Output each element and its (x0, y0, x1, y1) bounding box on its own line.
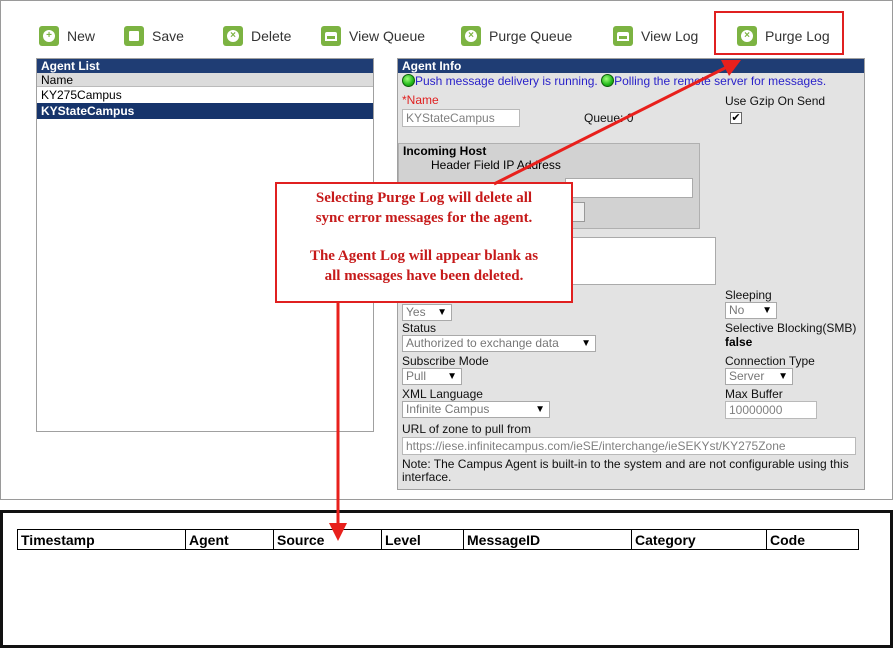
new-button-label: New (67, 28, 96, 44)
view-queue-button-label: View Queue (349, 28, 426, 44)
agent-status-line: Push message delivery is running. Pollin… (402, 74, 826, 88)
xml-language-select-value: Infinite Campus (406, 402, 490, 416)
status-select-value: Authorized to exchange data (406, 336, 559, 350)
column-source[interactable]: Source (273, 529, 382, 550)
xml-language-select[interactable]: Infinite Campus ▼ (402, 401, 550, 418)
delete-icon: × (223, 26, 243, 46)
header-field-input[interactable] (565, 178, 693, 198)
status-green-icon (402, 74, 415, 87)
delete-button[interactable]: × Delete (223, 19, 291, 53)
agent-log-screen: Timestamp Agent Source Level MessageID C… (0, 510, 893, 648)
gzip-checkbox[interactable]: ✔ (730, 112, 742, 124)
enabled-select[interactable]: Yes ▼ (402, 304, 452, 321)
purge-log-highlight (714, 11, 844, 55)
agent-note: Note: The Campus Agent is built-in to th… (402, 457, 849, 484)
new-button[interactable]: + New (39, 19, 95, 53)
save-button[interactable]: Save (124, 19, 184, 53)
connection-type-select-value: Server (729, 369, 765, 383)
selective-blocking-label: Selective Blocking(SMB) (725, 321, 857, 335)
url-label: URL of zone to pull from (402, 422, 531, 436)
list-item[interactable]: KY275Campus (37, 87, 373, 103)
callout-line-1: Selecting Purge Log will delete all (315, 190, 533, 206)
subscribe-mode-select[interactable]: Pull ▼ (402, 368, 462, 385)
callout-line-3: The Agent Log will appear blank as (309, 248, 539, 264)
column-messageid[interactable]: MessageID (463, 529, 632, 550)
enabled-select-value: Yes (406, 305, 426, 319)
queue-icon (613, 26, 633, 46)
column-agent[interactable]: Agent (185, 529, 274, 550)
chevron-down-icon: ▼ (581, 338, 591, 349)
poll-status-text: Polling the remote server for messages. (614, 74, 827, 88)
agent-list-title: Agent List (37, 59, 373, 73)
agent-info-title: Agent Info (398, 59, 864, 73)
purge-queue-button-label: Purge Queue (489, 28, 573, 44)
connection-type-select[interactable]: Server ▼ (725, 368, 793, 385)
purge-icon: × (461, 26, 481, 46)
max-buffer-input[interactable]: 10000000 (725, 401, 817, 419)
delete-button-label: Delete (251, 28, 292, 44)
incoming-host-title: Incoming Host (403, 144, 487, 158)
url-input[interactable]: https://iese.infinitecampus.com/ieSE/int… (402, 437, 856, 455)
column-level[interactable]: Level (381, 529, 464, 550)
save-button-label: Save (152, 28, 184, 44)
subscribe-mode-label: Subscribe Mode (402, 354, 489, 368)
xml-language-label: XML Language (402, 387, 483, 401)
view-queue-button[interactable]: View Queue (321, 19, 425, 53)
callout-line-2: sync error messages for the agent. (315, 210, 533, 226)
chevron-down-icon: ▼ (778, 371, 788, 382)
status-green-icon (601, 74, 615, 87)
gzip-label: Use Gzip On Send (725, 94, 826, 108)
subscribe-mode-select-value: Pull (406, 369, 427, 383)
sleeping-select-value: No (729, 303, 745, 317)
push-status-text: Push message delivery is running. (415, 74, 598, 88)
status-label: Status (402, 321, 437, 335)
chevron-down-icon: ▼ (447, 371, 457, 382)
log-table-header-row: Timestamp Agent Source Level MessageID C… (17, 529, 859, 550)
queue-count: Queue: 0 (584, 111, 634, 125)
agent-screen: + New Save × Delete View Queue × Purge Q… (0, 0, 893, 500)
header-field-label: Header Field IP Address (431, 158, 561, 172)
agent-log-table: Timestamp Agent Source Level MessageID C… (17, 529, 859, 550)
instruction-callout: Selecting Purge Log will delete all sync… (275, 182, 573, 303)
queue-icon (321, 26, 341, 46)
column-code[interactable]: Code (766, 529, 859, 550)
save-icon (124, 26, 144, 46)
column-timestamp[interactable]: Timestamp (17, 529, 186, 550)
comments-textarea[interactable] (548, 237, 716, 285)
callout-line-4: all messages have been deleted. (324, 268, 524, 284)
status-select[interactable]: Authorized to exchange data ▼ (402, 335, 596, 352)
sleeping-label: Sleeping (725, 288, 772, 302)
view-log-button-label: View Log (641, 28, 699, 44)
chevron-down-icon: ▼ (535, 404, 545, 415)
plus-icon: + (39, 26, 59, 46)
agent-list-column-header[interactable]: Name (37, 73, 373, 87)
max-buffer-label: Max Buffer (725, 387, 783, 401)
list-item-selected[interactable]: KYStateCampus (37, 103, 373, 119)
selective-blocking-value: false (725, 335, 753, 349)
purge-queue-button[interactable]: × Purge Queue (461, 19, 572, 53)
view-log-button[interactable]: View Log (613, 19, 698, 53)
name-input[interactable]: KYStateCampus (402, 109, 520, 127)
connection-type-label: Connection Type (725, 354, 815, 368)
name-label: *Name (402, 93, 439, 107)
sleeping-select[interactable]: No ▼ (725, 302, 777, 319)
chevron-down-icon: ▼ (437, 307, 447, 318)
column-category[interactable]: Category (631, 529, 767, 550)
chevron-down-icon: ▼ (762, 305, 772, 316)
